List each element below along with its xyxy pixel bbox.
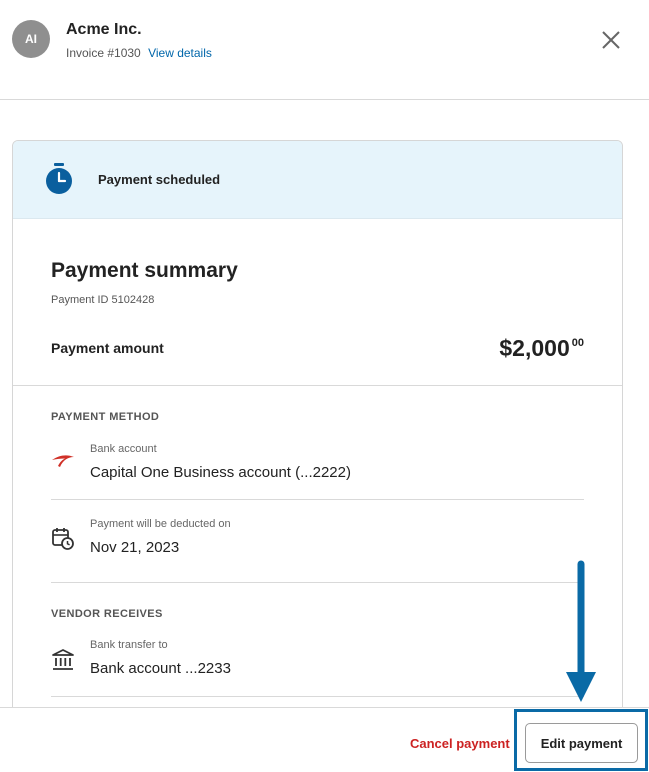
capital-one-logo-icon xyxy=(52,455,74,467)
vendor-receives-label: VENDOR RECEIVES xyxy=(51,608,163,620)
invoice-number: Invoice #1030 xyxy=(66,46,141,60)
payment-amount: $2,000 00 xyxy=(499,335,584,362)
status-banner: Payment scheduled xyxy=(13,141,622,219)
transfer-value: Bank account ...2233 xyxy=(90,660,231,677)
bank-account-value: Capital One Business account (...2222) xyxy=(90,464,351,481)
bank-account-caption: Bank account xyxy=(90,443,157,455)
status-text: Payment scheduled xyxy=(98,172,221,187)
divider xyxy=(13,385,622,386)
divider xyxy=(51,499,584,500)
bank-icon xyxy=(52,649,74,670)
payment-method-label: PAYMENT METHOD xyxy=(51,411,160,423)
company-name: Acme Inc. xyxy=(66,21,142,38)
deduct-date-caption: Payment will be deducted on xyxy=(90,518,231,530)
close-button[interactable] xyxy=(599,28,623,52)
divider xyxy=(51,582,584,583)
invoice-line: Invoice #1030 View details xyxy=(66,46,212,60)
header: AI Acme Inc. Invoice #1030 View details xyxy=(0,0,649,100)
edit-payment-button[interactable]: Edit payment xyxy=(525,723,638,763)
timer-icon xyxy=(46,163,72,194)
amount-cents: 00 xyxy=(571,337,584,349)
annotation-arrow-icon xyxy=(566,560,596,702)
deduct-date-value: Nov 21, 2023 xyxy=(90,539,180,556)
view-details-link[interactable]: View details xyxy=(148,46,212,60)
cancel-payment-button[interactable]: Cancel payment xyxy=(410,736,510,751)
amount-label: Payment amount xyxy=(51,340,164,356)
summary-title: Payment summary xyxy=(51,259,238,282)
close-icon xyxy=(602,31,620,49)
calendar-clock-icon xyxy=(52,528,74,550)
payment-card: Payment scheduled Payment summary Paymen… xyxy=(12,140,623,720)
amount-dollars: $2,000 xyxy=(499,335,570,361)
avatar: AI xyxy=(12,20,50,58)
divider xyxy=(51,696,584,697)
transfer-caption: Bank transfer to xyxy=(90,639,168,651)
payment-id: Payment ID 5102428 xyxy=(51,294,155,306)
